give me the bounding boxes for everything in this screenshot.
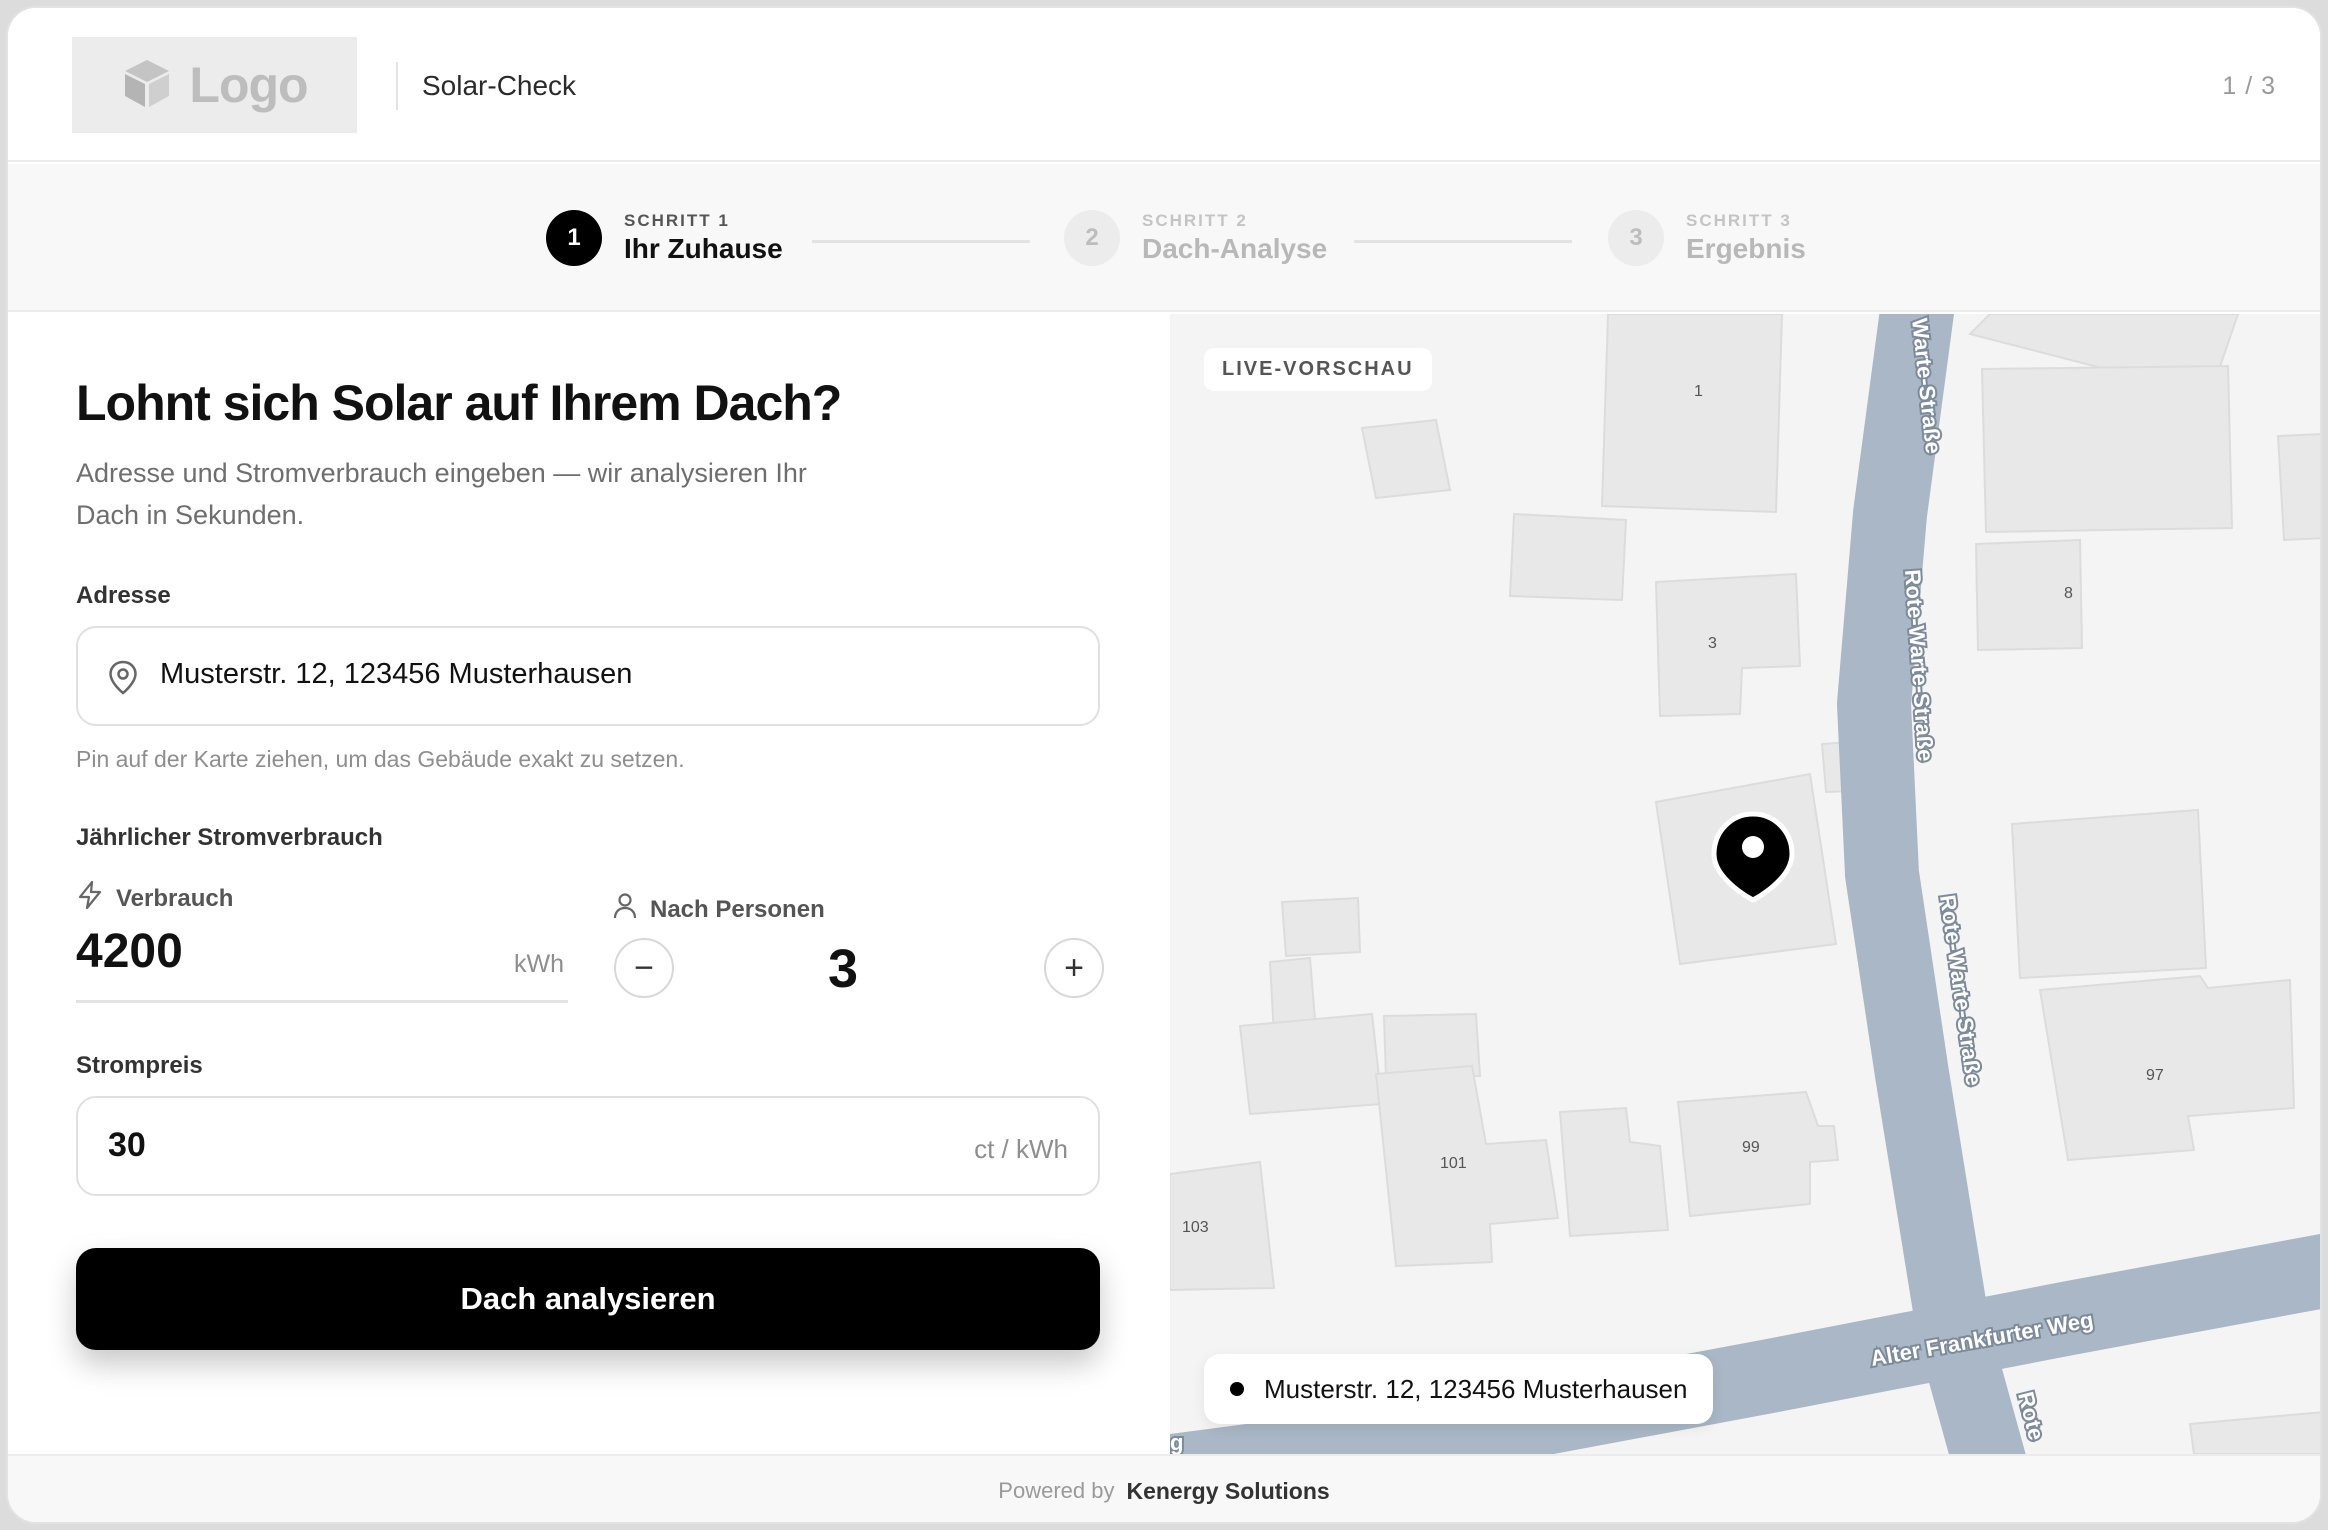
building bbox=[1280, 896, 1362, 958]
step-2-number: 2 bbox=[1064, 210, 1120, 266]
building bbox=[1654, 572, 1802, 718]
step-1[interactable]: 1 SCHRITT 1 Ihr Zuhause bbox=[546, 210, 783, 266]
address-hint: Pin auf der Karte ziehen, um das Gebäude… bbox=[76, 746, 685, 772]
consumption-label: Jährlicher Stromverbrauch bbox=[76, 824, 383, 851]
map-address-chip: Musterstr. 12, 123456 Musterhausen bbox=[1204, 1354, 1714, 1424]
house-number: 8 bbox=[2064, 585, 2073, 602]
building bbox=[1508, 512, 1628, 602]
step-3-kicker: SCHRITT 3 bbox=[1686, 211, 1792, 230]
house-number: 99 bbox=[1742, 1139, 1760, 1156]
persons-mode-option[interactable]: Nach Personen bbox=[612, 892, 825, 927]
progress-stepper: 1 SCHRITT 1 Ihr Zuhause 2 SCHRITT 2 Dach… bbox=[8, 164, 2320, 312]
address-input[interactable]: Musterstr. 12, 123456 Musterhausen bbox=[76, 626, 1100, 726]
step-2[interactable]: 2 SCHRITT 2 Dach-Analyse bbox=[1064, 210, 1327, 266]
house-number: 101 bbox=[1440, 1155, 1467, 1172]
street-label-edge: g bbox=[1170, 1430, 1183, 1454]
building bbox=[1238, 1012, 1384, 1116]
powered-by-text: Powered by bbox=[998, 1478, 1115, 1503]
page-subtitle: Adresse und Stromverbrauch eingeben — wi… bbox=[76, 458, 807, 530]
price-label: Strompreis bbox=[76, 1052, 203, 1079]
price-input[interactable]: 30 ct / kWh bbox=[76, 1096, 1100, 1196]
step-connector-2 bbox=[1354, 240, 1572, 243]
building bbox=[2188, 1411, 2320, 1454]
price-unit: ct / kWh bbox=[974, 1134, 1068, 1164]
consumption-unit: kWh bbox=[514, 950, 564, 978]
map-address-text: Musterstr. 12, 123456 Musterhausen bbox=[1264, 1373, 1688, 1404]
persons-mode-label: Nach Personen bbox=[650, 895, 825, 923]
cube-icon bbox=[121, 57, 173, 114]
header: Logo Solar-Check 1 / 3 bbox=[8, 8, 2320, 162]
persons-value: 3 bbox=[828, 939, 859, 999]
live-preview-badge: LIVE-VORSCHAU bbox=[1204, 348, 1432, 391]
footer: Powered by Kenergy Solutions bbox=[8, 1454, 2320, 1522]
step-2-kicker: SCHRITT 2 bbox=[1142, 211, 1248, 230]
page-title: Lohnt sich Solar auf Ihrem Dach? bbox=[76, 375, 842, 431]
building bbox=[1360, 418, 1452, 500]
location-dot-icon bbox=[1230, 1382, 1244, 1396]
house-number: 3 bbox=[1708, 635, 1717, 652]
step-1-number: 1 bbox=[546, 210, 602, 266]
building bbox=[2010, 808, 2208, 980]
house-number: 103 bbox=[1182, 1219, 1209, 1236]
consumption-mode-label: Verbrauch bbox=[116, 884, 234, 912]
house-number: 1 bbox=[1694, 383, 1703, 400]
address-value: Musterstr. 12, 123456 Musterhausen bbox=[160, 658, 633, 690]
building bbox=[1374, 1064, 1560, 1268]
building bbox=[1558, 1106, 1670, 1238]
logo: Logo bbox=[72, 37, 357, 133]
consumption-mode-option[interactable]: Verbrauch bbox=[76, 880, 233, 917]
building bbox=[1600, 314, 1784, 514]
step-3[interactable]: 3 SCHRITT 3 Ergebnis bbox=[1608, 210, 1806, 266]
step-1-name: Ihr Zuhause bbox=[624, 233, 783, 264]
consumption-underline bbox=[76, 1000, 568, 1003]
house-number: 97 bbox=[2146, 1067, 2164, 1084]
step-connector-1 bbox=[812, 240, 1030, 243]
decrease-persons-button[interactable]: − bbox=[614, 938, 674, 998]
address-label: Adresse bbox=[76, 582, 171, 609]
map-preview[interactable]: Warte-Straße Rote-Warte-Straße Rote-Wart… bbox=[1170, 314, 2320, 1454]
step-3-name: Ergebnis bbox=[1686, 233, 1806, 264]
brand-link[interactable]: Kenergy Solutions bbox=[1126, 1478, 1329, 1505]
price-value: 30 bbox=[108, 1126, 146, 1164]
analyze-roof-button[interactable]: Dach analysieren bbox=[76, 1248, 1100, 1350]
person-icon bbox=[612, 892, 638, 927]
step-1-kicker: SCHRITT 1 bbox=[624, 211, 730, 230]
page-counter: 1 / 3 bbox=[2222, 72, 2276, 100]
building bbox=[2038, 974, 2296, 1162]
app-title: Solar-Check bbox=[422, 70, 577, 101]
map-canvas: Warte-Straße Rote-Warte-Straße Rote-Wart… bbox=[1170, 314, 2320, 1454]
lightning-icon bbox=[76, 880, 104, 917]
logo-text: Logo bbox=[189, 57, 308, 113]
building bbox=[2276, 433, 2320, 542]
step-2-name: Dach-Analyse bbox=[1142, 233, 1328, 264]
form-panel: Lohnt sich Solar auf Ihrem Dach? Adresse… bbox=[8, 314, 1168, 1454]
app-window: Logo Solar-Check 1 / 3 1 SCHRITT 1 Ihr Z… bbox=[6, 6, 2322, 1524]
step-3-number: 3 bbox=[1608, 210, 1664, 266]
road-rote-warte bbox=[1837, 314, 2026, 1454]
consumption-input[interactable]: 4200 bbox=[76, 924, 183, 979]
increase-persons-button[interactable]: + bbox=[1044, 938, 1104, 998]
building bbox=[1980, 364, 2234, 534]
location-pin-icon bbox=[108, 660, 138, 701]
header-divider bbox=[396, 62, 398, 110]
